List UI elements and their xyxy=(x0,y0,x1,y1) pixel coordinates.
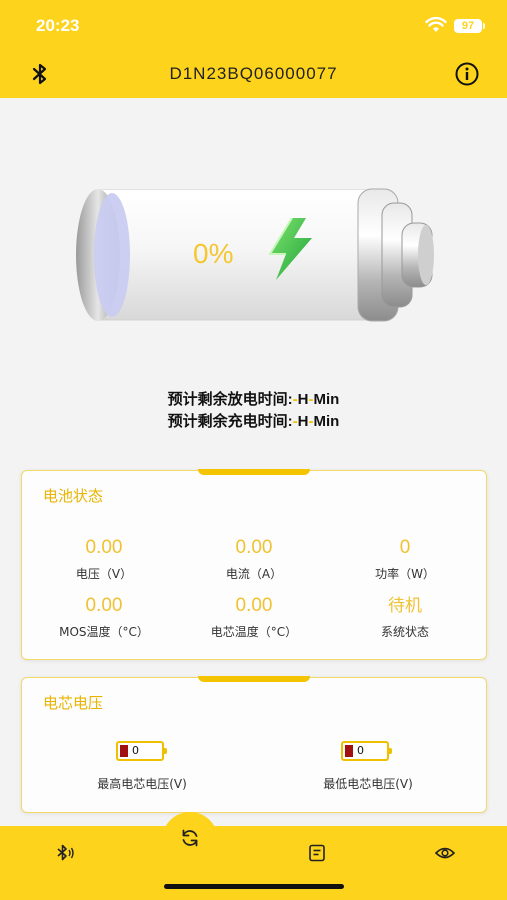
eye-icon[interactable] xyxy=(434,842,456,864)
status-bar: 20:23 97 xyxy=(0,0,507,50)
voltage-metric: 0.00 电压（V） xyxy=(34,537,174,582)
info-icon[interactable] xyxy=(454,61,480,87)
voltage-value: 0.00 xyxy=(85,537,123,558)
cell-voltage-title: 电芯电压 xyxy=(43,694,104,712)
system-status-metric: 待机 系统状态 xyxy=(335,595,475,640)
min-cell-value: 0 xyxy=(357,744,364,757)
status-time: 20:23 xyxy=(36,16,80,35)
cell-voltage-card: 电芯电压 0 最高电芯电压(V) 0 最低电芯电压(V) xyxy=(21,676,487,813)
header: 20:23 97 D1N23BQ06000077 xyxy=(0,0,507,98)
charging-bolt-icon xyxy=(268,217,312,280)
wifi-icon xyxy=(425,17,447,32)
device-title: D1N23BQ06000077 xyxy=(169,64,338,83)
power-value: 0 xyxy=(399,537,411,558)
mos-temp-label: MOS温度（°C） xyxy=(59,625,149,639)
system-status-value: 待机 xyxy=(388,596,422,616)
discharge-estimate: 预计剩余放电时间:-H-Min xyxy=(167,391,340,408)
max-cell-value: 0 xyxy=(132,744,139,757)
card-tab-accent xyxy=(198,469,310,475)
max-cell-battery-icon: 0 xyxy=(116,741,167,761)
status-battery: 97 xyxy=(454,19,485,33)
min-cell-battery-icon: 0 xyxy=(341,741,392,761)
battery-percent: 0% xyxy=(193,238,234,269)
cell-temp-value: 0.00 xyxy=(235,595,273,616)
max-cell-label: 最高电芯电压(V) xyxy=(97,777,187,791)
charge-estimate: 预计剩余充电时间:-H-Min xyxy=(167,413,340,430)
voltage-label: 电压（V） xyxy=(75,567,133,581)
power-label: 功率（W） xyxy=(375,567,435,581)
min-cell-fill xyxy=(345,745,353,757)
power-metric: 0 功率（W） xyxy=(335,537,475,582)
card-tab-accent xyxy=(198,676,310,682)
cell-temp-metric: 0.00 电芯温度（°C） xyxy=(184,595,324,640)
home-indicator xyxy=(164,884,344,889)
battery-graphic xyxy=(76,188,434,322)
refresh-icon[interactable] xyxy=(179,827,201,849)
min-cell-label: 最低电芯电压(V) xyxy=(323,777,413,791)
system-status-label: 系统状态 xyxy=(380,625,429,639)
cell-temp-label: 电芯温度（°C） xyxy=(210,625,298,639)
current-value: 0.00 xyxy=(235,537,273,558)
battery-status-card: 电池状态 0.00 电压（V） 0.00 电流（A） 0 功率（W） 0.00 … xyxy=(21,469,487,660)
current-metric: 0.00 电流（A） xyxy=(184,537,324,582)
current-label: 电流（A） xyxy=(225,567,283,581)
mos-temp-metric: 0.00 MOS温度（°C） xyxy=(34,595,174,640)
bluetooth-icon[interactable] xyxy=(53,842,75,864)
list-icon[interactable] xyxy=(306,842,328,864)
mos-temp-value: 0.00 xyxy=(85,595,123,616)
max-cell-fill xyxy=(120,745,128,757)
battery-status-title: 电池状态 xyxy=(43,487,104,505)
